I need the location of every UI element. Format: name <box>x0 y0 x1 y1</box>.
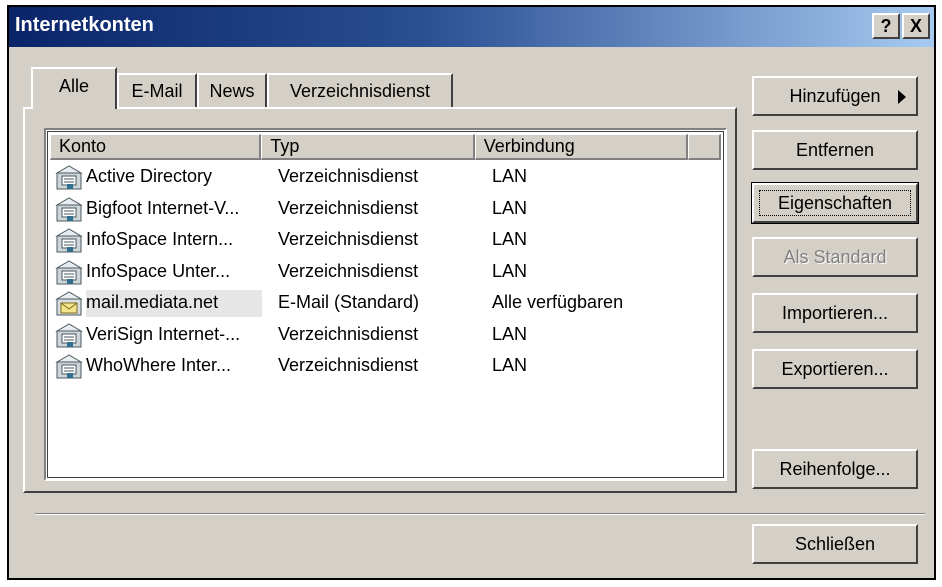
window-title: Internetkonten <box>15 14 154 36</box>
account-connection: LAN <box>492 355 528 375</box>
directory-service-icon <box>54 196 84 222</box>
accounts-rows: Active Directory Verzeichnisdienst LAN Bigf… <box>50 162 721 383</box>
account-name: InfoSpace Intern... <box>86 229 234 249</box>
list-item[interactable]: VeriSign Internet-... Verzeichnisdienst LA… <box>50 320 721 352</box>
account-type: E-Mail (Standard) <box>278 292 420 312</box>
set-default-button[interactable]: Als Standard <box>752 237 918 277</box>
account-connection: LAN <box>492 166 528 186</box>
account-connection: Alle verfügbaren <box>492 292 624 312</box>
directory-service-icon <box>54 322 84 348</box>
account-type: Verzeichnisdienst <box>278 355 419 375</box>
tab-news[interactable]: News <box>197 73 267 107</box>
tab-email[interactable]: E-Mail <box>117 73 197 107</box>
account-name: VeriSign Internet-... <box>86 323 241 344</box>
help-button[interactable]: ? <box>872 13 900 39</box>
account-name: Bigfoot Internet-V... <box>86 197 240 218</box>
accounts-listview[interactable]: Konto Typ Verbindung Active Directory Ver… <box>44 128 727 481</box>
column-header-typ[interactable]: Typ <box>261 134 475 160</box>
close-button[interactable]: Schließen <box>752 524 918 564</box>
account-connection: LAN <box>492 229 528 249</box>
list-item[interactable]: InfoSpace Intern... Verzeichnisdienst LAN <box>50 225 721 257</box>
properties-button[interactable]: Eigenschaften <box>751 182 919 224</box>
account-name: mail.mediata.net <box>86 292 219 312</box>
export-button[interactable]: Exportieren... <box>752 349 918 389</box>
list-item[interactable]: Active Directory Verzeichnisdienst LAN <box>50 162 721 194</box>
tab-alle[interactable]: Alle <box>31 67 117 109</box>
account-type: Verzeichnisdienst <box>278 260 419 281</box>
mail-account-icon <box>54 290 84 316</box>
close-window-button[interactable]: X <box>902 13 930 39</box>
directory-service-icon <box>54 227 84 253</box>
column-header-konto[interactable]: Konto <box>50 134 262 160</box>
order-button[interactable]: Reihenfolge... <box>752 449 918 489</box>
account-name: InfoSpace Unter... <box>86 260 231 281</box>
list-item[interactable]: mail.mediata.net E-Mail (Standard) Alle ve… <box>50 288 721 320</box>
directory-service-icon <box>54 353 84 379</box>
submenu-arrow-icon <box>898 90 906 104</box>
directory-service-icon <box>54 164 84 190</box>
list-item[interactable]: WhoWhere Inter... Verzeichnisdienst LAN <box>50 351 721 383</box>
list-item[interactable]: Bigfoot Internet-V... Verzeichnisdienst LA… <box>50 194 721 226</box>
remove-button[interactable]: Entfernen <box>752 130 918 170</box>
directory-service-icon <box>54 259 84 285</box>
import-button[interactable]: Importieren... <box>752 293 918 333</box>
list-item[interactable]: InfoSpace Unter... Verzeichnisdienst LAN <box>50 257 721 289</box>
account-type: Verzeichnisdienst <box>278 166 419 186</box>
title-bar[interactable]: Internetkonten ? X <box>9 7 934 47</box>
account-type: Verzeichnisdienst <box>278 323 419 344</box>
add-button-label: Hinzufügen <box>789 86 881 106</box>
account-connection: LAN <box>492 197 528 218</box>
list-header: Konto Typ Verbindung <box>50 134 721 160</box>
focus-rectangle <box>759 190 911 216</box>
column-header-verbindung[interactable]: Verbindung <box>474 134 689 160</box>
tab-verzeichnisdienst[interactable]: Verzeichnisdienst <box>267 73 453 107</box>
account-type: Verzeichnisdienst <box>278 229 419 249</box>
account-connection: LAN <box>492 260 528 281</box>
account-connection: LAN <box>492 323 528 344</box>
separator <box>35 513 925 515</box>
account-name: Active Directory <box>86 166 213 186</box>
account-type: Verzeichnisdienst <box>278 197 419 218</box>
account-name: WhoWhere Inter... <box>86 355 232 375</box>
column-header-filler <box>688 134 721 160</box>
add-button[interactable]: Hinzufügen <box>752 76 918 116</box>
